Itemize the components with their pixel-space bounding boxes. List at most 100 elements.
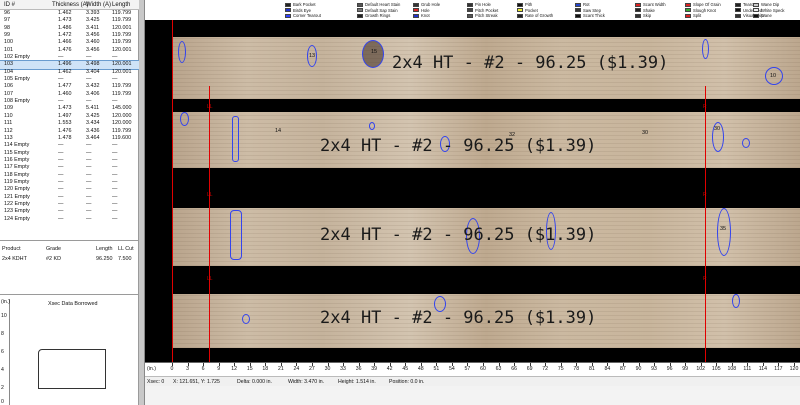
defect-split[interactable] [230,210,242,260]
legend-swatch [635,13,641,18]
table-row[interactable]: 102 Empty — — — [0,54,139,61]
board-grid[interactable]: ID # Thickness (A) Width (A) Length 96 1.… [0,0,139,238]
table-row[interactable]: 117 Empty — — — [0,164,139,171]
col-header-width[interactable]: Width (A) [86,2,111,8]
legend-item: Birds Eye [285,8,311,13]
table-row[interactable]: 110 1.497 3.425 120.000 [0,113,139,120]
table-row[interactable]: 109 1.473 5.411 145.000 [0,105,139,112]
table-row[interactable]: 101 1.476 3.456 120.001 [0,47,139,54]
legend-label: Skip [643,13,652,18]
table-row[interactable]: 111 1.553 3.434 120.000 [0,120,139,127]
table-row[interactable]: 120 Empty — — — [0,186,139,193]
cell-length: — [112,193,118,200]
defect-split[interactable] [232,116,239,162]
legend-item: Wane [753,13,772,18]
cell-width: — [86,171,92,178]
table-row[interactable]: 115 Empty — — — [0,150,139,157]
defect-knot[interactable] [702,39,709,59]
cell-id: 98 [4,24,10,31]
defect-knot[interactable] [180,112,189,126]
legend-swatch [285,8,291,13]
defect-label: 15 [371,49,378,55]
legend-swatch [685,13,691,18]
col-header-id[interactable]: ID # [4,2,15,8]
legend-label: Split [693,13,702,18]
status-bar: Xsec: 0 X: 121.651, Y: 1.725 Delta: 0.00… [145,376,800,386]
table-row[interactable]: 121 Empty — — — [0,194,139,201]
cell-length: 119.799 [112,17,132,24]
table-row[interactable]: 118 Empty — — — [0,172,139,179]
cell-id: 114 Empty [4,142,30,149]
legend-item: White Speck [753,8,785,13]
cell-width: — [86,215,92,222]
cut-line-right[interactable] [705,86,706,362]
ruler-label: 3 [186,366,189,372]
product-value: 2x4 KDHT [2,256,27,262]
cell-width: — [86,149,92,156]
legend-swatch [467,13,473,18]
defect-legend: Bark Pocket Birds Eye Corner Tearout Defaul… [145,0,800,20]
xsec-y-label: 10 [1,313,7,319]
cell-id: 122 Empty [4,200,30,207]
table-row[interactable]: 100 1.466 3.460 119.799 [0,39,139,46]
ruler-label: 0 [170,366,174,372]
table-row[interactable]: 107 1.460 3.406 119.799 [0,91,139,98]
defect-knot[interactable] [742,138,750,148]
legend-label: Birds Eye [293,7,311,13]
table-row[interactable]: 114 Empty — — — [0,142,139,149]
cell-thickness: — [58,208,64,215]
table-row[interactable]: 103 1.496 3.498 120.001 [0,60,139,70]
legend-swatch [413,2,419,7]
cell-thickness: — [58,98,64,105]
defect-knot[interactable] [242,314,250,324]
table-row[interactable]: 108 Empty — — — [0,98,139,105]
table-row[interactable]: 119 Empty — — — [0,179,139,186]
table-row[interactable]: 104 1.462 3.404 120.001 [0,69,139,76]
table-row[interactable]: 116 Empty — — — [0,157,139,164]
grid-header: ID # Thickness (A) Width (A) Length [0,0,139,10]
defect-knot[interactable] [732,294,740,308]
product-col-header: Product [2,246,21,252]
cell-id: 97 [4,17,10,24]
table-row[interactable]: 97 1.473 3.425 119.799 [0,17,139,24]
cut-line-left[interactable] [209,86,210,362]
legend-item: Pith [517,2,532,7]
cell-id: 100 [4,39,13,46]
grade-col-header: Grade [46,246,61,252]
product-panel: Product Grade Length LL Cut 2x4 KDHT #2 … [0,240,139,296]
table-row[interactable]: 105 Empty — — — [0,76,139,83]
cell-length: 120.001 [112,24,132,31]
ruler-label: 33 [340,366,346,372]
table-row[interactable]: 98 1.486 3.411 120.001 [0,25,139,32]
table-row[interactable]: 122 Empty — — — [0,201,139,208]
col-header-length[interactable]: Length [112,2,130,8]
legend-item: Slough Knot [685,8,716,13]
llcut-col-header: LL Cut [118,246,134,252]
table-row[interactable]: 96 1.462 3.393 119.799 [0,10,139,17]
legend-swatch [685,8,691,13]
cell-thickness: — [58,186,64,193]
board-grade-label: 2x4 HT - #2 - 96.25 ($1.39) [392,53,669,73]
table-row[interactable]: 124 Empty — — — [0,216,139,223]
product-row[interactable]: 2x4 KDHT #2 KD 96.250 7.500 [0,254,139,264]
table-row[interactable]: 113 1.478 3.464 119.600 [0,135,139,142]
col-header-thickness[interactable]: Thickness (A) [52,2,89,8]
cell-length: 119.799 [112,90,132,97]
legend-swatch [467,2,473,7]
board-images[interactable]: 15 13 10 2x4 HT - #2 - 96.25 ($1.39) 14 … [145,20,800,362]
defect-knot[interactable] [369,122,375,130]
table-row[interactable]: 99 1.472 3.456 119.799 [0,32,139,39]
cell-length: 120.000 [112,120,132,127]
position-marker[interactable] [172,20,173,362]
cell-length: 119.799 [112,83,132,90]
legend-swatch [735,2,741,7]
horizontal-scrollbar[interactable] [145,386,800,405]
table-row[interactable]: 112 1.476 3.436 119.799 [0,128,139,135]
table-row[interactable]: 106 1.477 3.432 119.799 [0,83,139,90]
ruler-label: 18 [262,366,269,372]
ruler-label: 87 [620,366,626,372]
xsec-shape [38,349,106,389]
defect-knot[interactable] [178,41,186,63]
table-row[interactable]: 123 Empty — — — [0,208,139,215]
defect-knot[interactable] [717,208,731,256]
